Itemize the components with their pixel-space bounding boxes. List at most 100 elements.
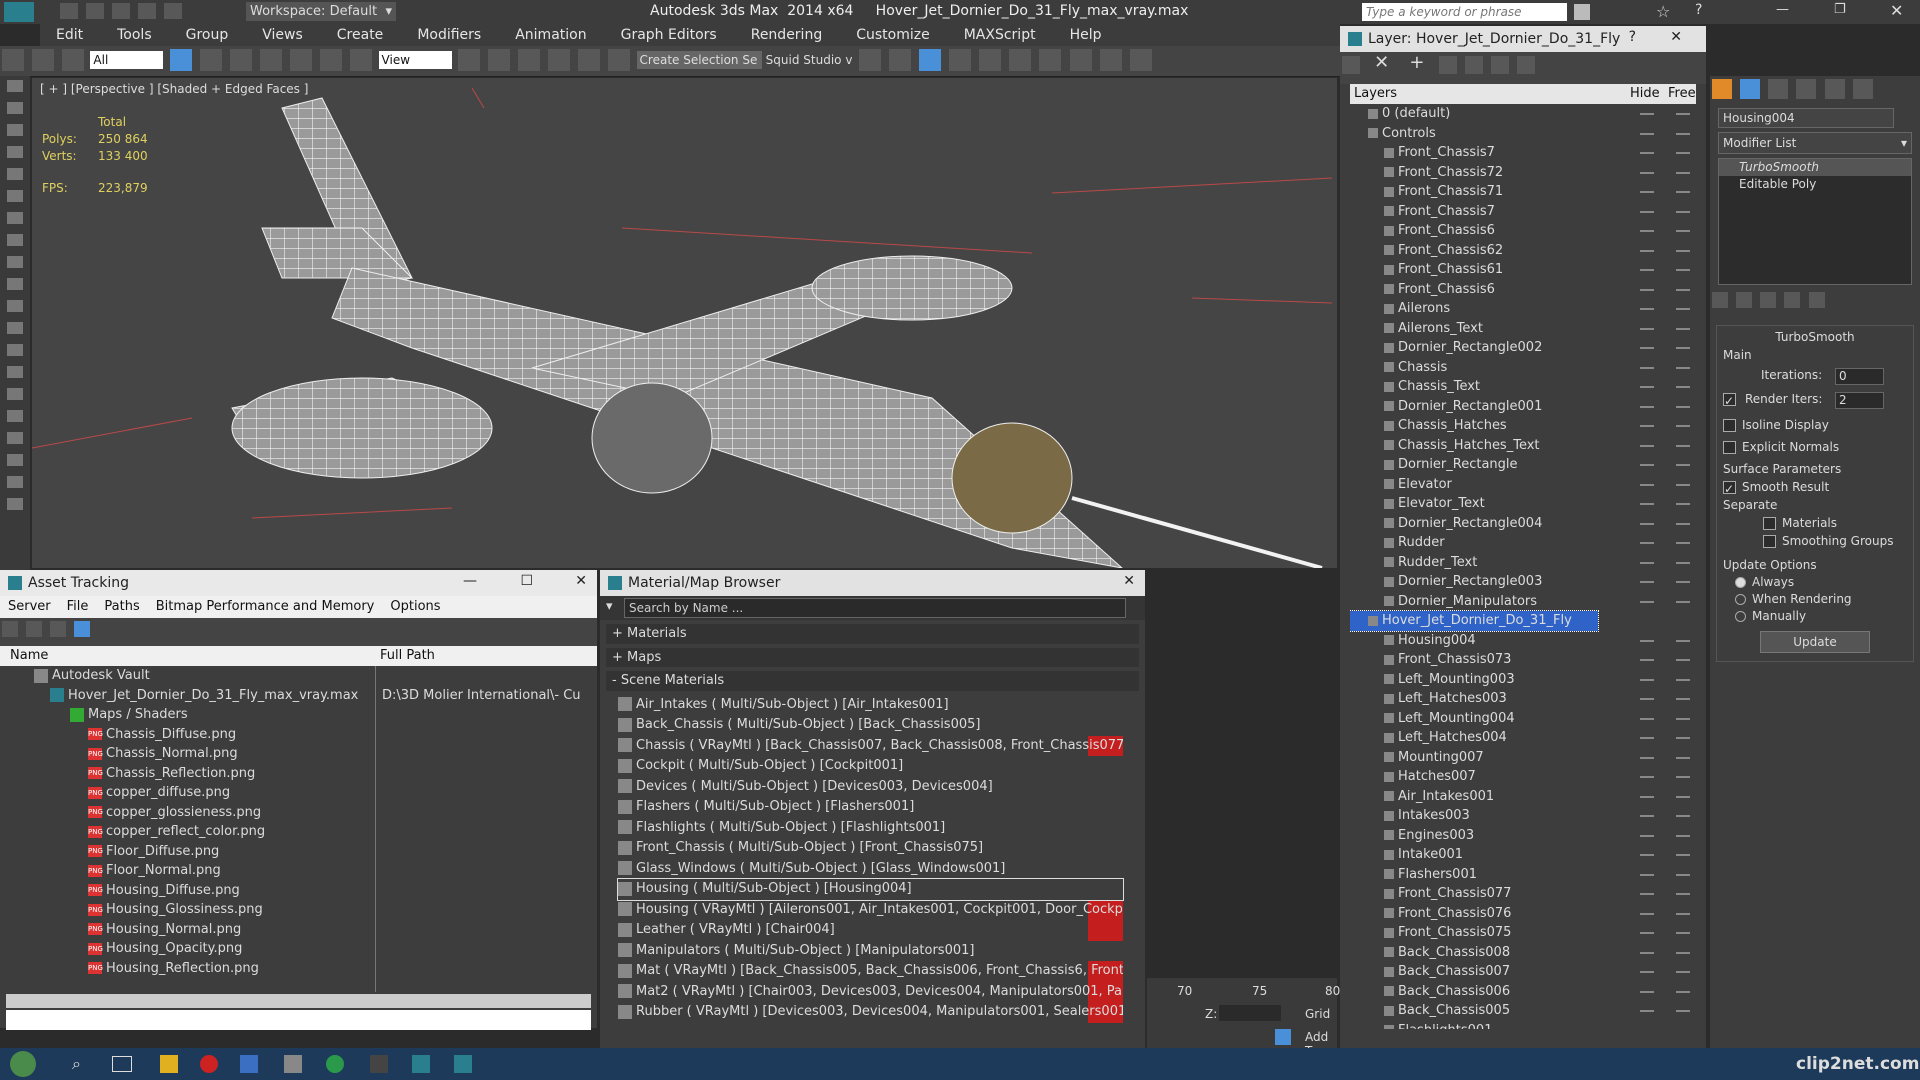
table-view-icon[interactable] — [74, 621, 91, 637]
hide-toggle[interactable] — [1640, 659, 1654, 661]
layer-item[interactable]: Front_Chassis076 — [1350, 904, 1696, 924]
pin-stack-icon[interactable] — [1712, 292, 1728, 308]
layer-item[interactable]: Chassis_Hatches_Text — [1350, 436, 1696, 456]
freeze-toggle[interactable] — [1676, 1010, 1690, 1012]
move-icon[interactable] — [290, 49, 313, 71]
iterations-spinner[interactable]: 0 — [1835, 368, 1884, 385]
update-manually-radio[interactable] — [1735, 611, 1746, 622]
hierarchy-tab-icon[interactable] — [1768, 79, 1789, 99]
list-item[interactable]: Manipulators ( Multi/Sub-Object ) [Manip… — [618, 941, 1123, 962]
menu-item-server[interactable]: Server — [8, 596, 51, 618]
menu-item-edit[interactable]: Edit — [40, 24, 101, 46]
taskbar-app-icon[interactable] — [454, 1055, 472, 1073]
layer-item[interactable]: Dornier_Rectangle003 — [1350, 572, 1696, 592]
table-row[interactable]: PNG copper_reflect_color.png — [0, 822, 597, 842]
save-file-icon[interactable] — [112, 3, 130, 19]
freeze-toggle[interactable] — [1676, 971, 1690, 973]
hide-toggle[interactable] — [1640, 171, 1654, 174]
stack-item-editable-poly[interactable]: Editable Poly — [1719, 176, 1911, 193]
table-row[interactable]: PNG Housing_Normal.png — [0, 920, 597, 940]
unlink-icon[interactable] — [32, 49, 55, 71]
task-view-icon[interactable] — [112, 1056, 132, 1072]
named-selection-set-dropdown[interactable]: Create Selection Se — [636, 51, 762, 69]
z-coord-input[interactable] — [1219, 1005, 1281, 1021]
layer-explorer-titlebar[interactable]: Layer: Hover_Jet_Dornier_Do_31_Fly ? ✕ — [1340, 26, 1706, 52]
hide-toggle[interactable] — [1640, 113, 1654, 115]
list-item[interactable]: Front_Chassis ( Multi/Sub-Object ) [Fron… — [618, 838, 1123, 859]
update-button[interactable]: Update — [1760, 631, 1870, 653]
hide-toggle[interactable] — [1640, 522, 1654, 525]
horizontal-scrollbar[interactable] — [6, 994, 591, 1008]
freeze-toggle[interactable] — [1676, 464, 1690, 466]
render-iters-checkbox[interactable]: ✓ — [1723, 393, 1736, 408]
menu-item-animation[interactable]: Animation — [499, 24, 604, 46]
asset-tracking-titlebar[interactable]: Asset Tracking — ☐ ✕ — [0, 570, 597, 596]
layer-item[interactable]: Left_Mounting004 — [1350, 709, 1696, 729]
select-layer-objects-icon[interactable] — [1464, 55, 1483, 74]
menu-item-options[interactable]: Options — [390, 596, 440, 618]
scale-icon[interactable] — [350, 49, 373, 71]
col-name-header[interactable]: Name — [10, 646, 48, 666]
table-row[interactable]: PNG Floor_Normal.png — [0, 861, 597, 881]
object-name-field[interactable]: Housing004 — [1718, 108, 1894, 128]
list-item[interactable]: Air_Intakes ( Multi/Sub-Object ) [Air_In… — [618, 695, 1123, 716]
list-item[interactable]: Leather ( VRayMtl ) [Chair004] — [618, 920, 1123, 941]
rollout-title[interactable]: TurboSmooth — [1723, 330, 1907, 344]
modifier-list-dropdown[interactable]: Modifier List ▾ — [1718, 132, 1912, 154]
chevron-down-icon[interactable]: ▾ — [606, 599, 613, 614]
perspective-viewport[interactable]: [ + ] [Perspective ] [Shaded + Edged Fac… — [32, 78, 1337, 568]
taskbar-app-icon[interactable] — [326, 1055, 344, 1073]
freeze-toggle[interactable] — [1676, 893, 1690, 895]
layer-item[interactable]: Rudder_Text — [1350, 553, 1696, 573]
menu-item-modifiers[interactable]: Modifiers — [401, 24, 499, 46]
freeze-toggle[interactable] — [1676, 347, 1690, 349]
hide-toggle[interactable] — [1640, 893, 1654, 895]
list-item[interactable]: Chassis ( VRayMtl ) [Back_Chassis007, Ba… — [618, 735, 1123, 756]
hide-toggle[interactable] — [1640, 912, 1654, 915]
table-row[interactable]: Hover_Jet_Dornier_Do_31_Fly_max_vray.max… — [0, 686, 597, 706]
menu-item-rendering[interactable]: Rendering — [735, 24, 841, 46]
list-item[interactable]: Rubber ( VRayMtl ) [Devices003, Devices0… — [618, 1002, 1123, 1023]
layer-item[interactable]: Air_Intakes001 — [1350, 787, 1696, 807]
freeze-toggle[interactable] — [1676, 795, 1690, 798]
modify-tab-icon[interactable] — [1740, 79, 1761, 99]
schematic-view-icon[interactable] — [1009, 49, 1032, 71]
studio-label[interactable]: Squid Studio v — [766, 53, 853, 67]
hide-toggle[interactable] — [1640, 834, 1654, 837]
layer-item[interactable]: Dornier_Rectangle001 — [1350, 397, 1696, 417]
col-hide-header[interactable]: Hide — [1630, 84, 1660, 104]
workspace-dropdown[interactable]: Workspace: Default ▾ — [246, 2, 396, 21]
refresh-icon[interactable] — [2, 621, 18, 637]
timeline-strip[interactable]: 70 75 80 — [1147, 978, 1340, 1002]
hide-toggle[interactable] — [1640, 191, 1654, 193]
search-icon[interactable]: ⌕ — [72, 1054, 81, 1074]
table-row[interactable]: PNG Housing_Reflection.png — [0, 959, 597, 979]
layer-item[interactable]: Rudder — [1350, 533, 1696, 553]
hide-toggle[interactable] — [1640, 269, 1654, 271]
list-item[interactable]: Flashers ( Multi/Sub-Object ) [Flashers0… — [618, 797, 1123, 818]
separate-materials-checkbox[interactable] — [1763, 517, 1776, 530]
freeze-toggle[interactable] — [1676, 717, 1690, 720]
layer-item[interactable]: Dornier_Manipulators — [1350, 592, 1696, 612]
table-row[interactable]: Autodesk Vault — [0, 666, 597, 686]
close-icon[interactable]: ✕ — [575, 573, 587, 589]
freeze-toggle[interactable] — [1676, 581, 1690, 583]
layer-item[interactable]: Left_Mounting003 — [1350, 670, 1696, 690]
layer-item[interactable]: Intakes003 — [1350, 806, 1696, 826]
layer-item[interactable]: Front_Chassis073 — [1350, 650, 1696, 670]
table-row[interactable]: PNG Chassis_Reflection.png — [0, 764, 597, 784]
render-iters-spinner[interactable]: 2 — [1835, 392, 1884, 409]
layer-item[interactable]: Front_Chassis6 — [1350, 221, 1696, 241]
hide-toggle[interactable] — [1640, 678, 1654, 681]
freeze-toggle[interactable] — [1676, 873, 1690, 876]
menu-item-maxscript[interactable]: MAXScript — [948, 24, 1054, 46]
make-unique-icon[interactable] — [1760, 292, 1777, 308]
layer-item[interactable]: Ailerons — [1350, 299, 1696, 319]
layer-item[interactable]: Front_Chassis077 — [1350, 884, 1696, 904]
rectangle-selection-icon[interactable] — [229, 49, 252, 71]
hide-toggle[interactable] — [1640, 971, 1654, 973]
redo-icon[interactable] — [164, 3, 182, 19]
hide-toggle[interactable] — [1640, 210, 1654, 213]
highlight-layer-icon[interactable] — [1490, 55, 1509, 74]
close-icon[interactable]: ✕ — [1123, 573, 1135, 589]
